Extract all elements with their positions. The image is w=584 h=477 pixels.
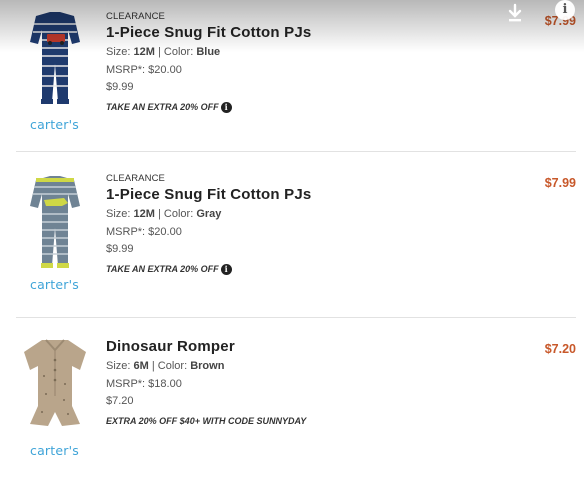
size-color-line: Size: 12M | Color: Gray	[106, 206, 506, 224]
brand-logo: carter's	[30, 117, 79, 132]
product-name-link[interactable]: Dinosaur Romper	[106, 338, 506, 355]
item-total-price: $7.20	[544, 342, 576, 356]
promo-text: TAKE AN EXTRA 20% OFF i	[106, 263, 506, 275]
color-value: Gray	[196, 208, 222, 220]
info-icon[interactable]: i	[555, 0, 575, 20]
brand-logo: carter's	[30, 443, 79, 458]
item-details: CLEARANCE 1-Piece Snug Fit Cotton PJs Si…	[106, 11, 506, 113]
clearance-tag: CLEARANCE	[106, 173, 165, 184]
color-value: Blue	[196, 46, 221, 58]
item-details: CLEARANCE 1-Piece Snug Fit Cotton PJs Si…	[106, 173, 506, 275]
product-name-link[interactable]: 1-Piece Snug Fit Cotton PJs	[106, 186, 506, 203]
msrp-price: MSRP*: $18.00	[106, 377, 182, 390]
color-label: | Color:	[151, 360, 188, 372]
cart-item: carter's CLEARANCE 1-Piece Snug Fit Cott…	[0, 0, 584, 152]
color-label: | Color:	[158, 208, 194, 220]
clearance-tag: CLEARANCE	[106, 11, 165, 22]
item-divider	[16, 151, 576, 152]
msrp-price: MSRP*: $20.00	[106, 225, 182, 238]
download-icon[interactable]	[504, 2, 526, 24]
striped-pajama-image[interactable]	[22, 6, 88, 106]
cart-item: carter's Dinosaur Romper Size: 6M | Colo…	[0, 328, 584, 477]
product-name-link[interactable]: 1-Piece Snug Fit Cotton PJs	[106, 24, 506, 41]
size-label: Size:	[106, 360, 131, 372]
promo-text: TAKE AN EXTRA 20% OFF i	[106, 101, 506, 113]
size-color-line: Size: 12M | Color: Blue	[106, 44, 506, 62]
item-total-price: $7.99	[544, 176, 576, 190]
sale-price: $7.20	[106, 395, 134, 407]
promo-label: TAKE AN EXTRA 20% OFF	[106, 102, 219, 112]
sale-price: $9.99	[106, 81, 134, 93]
promo-info-icon[interactable]: i	[220, 101, 232, 113]
color-label: | Color:	[158, 46, 194, 58]
item-divider	[16, 317, 576, 318]
promo-info-icon[interactable]: i	[220, 263, 232, 275]
item-details: Dinosaur Romper Size: 6M | Color: Brown …	[106, 336, 506, 426]
size-color-line: Size: 6M | Color: Brown	[106, 358, 506, 376]
size-label: Size:	[106, 46, 131, 58]
size-value: 6M	[133, 360, 149, 372]
size-value: 12M	[133, 46, 155, 58]
color-value: Brown	[190, 360, 225, 372]
promo-label: EXTRA 20% OFF $40+ WITH CODE SUNNYDAY	[106, 415, 307, 426]
cart-item: carter's CLEARANCE 1-Piece Snug Fit Cott…	[0, 162, 584, 318]
sale-price: $9.99	[106, 243, 134, 255]
size-value: 12M	[133, 208, 155, 220]
promo-label: TAKE AN EXTRA 20% OFF	[106, 264, 219, 274]
brand-logo: carter's	[30, 277, 79, 292]
msrp-price: MSRP*: $20.00	[106, 63, 182, 76]
romper-image[interactable]	[20, 336, 90, 436]
promo-text: EXTRA 20% OFF $40+ WITH CODE SUNNYDAY	[106, 416, 506, 426]
dinosaur-pajama-image[interactable]	[22, 170, 88, 270]
size-label: Size:	[106, 208, 131, 220]
